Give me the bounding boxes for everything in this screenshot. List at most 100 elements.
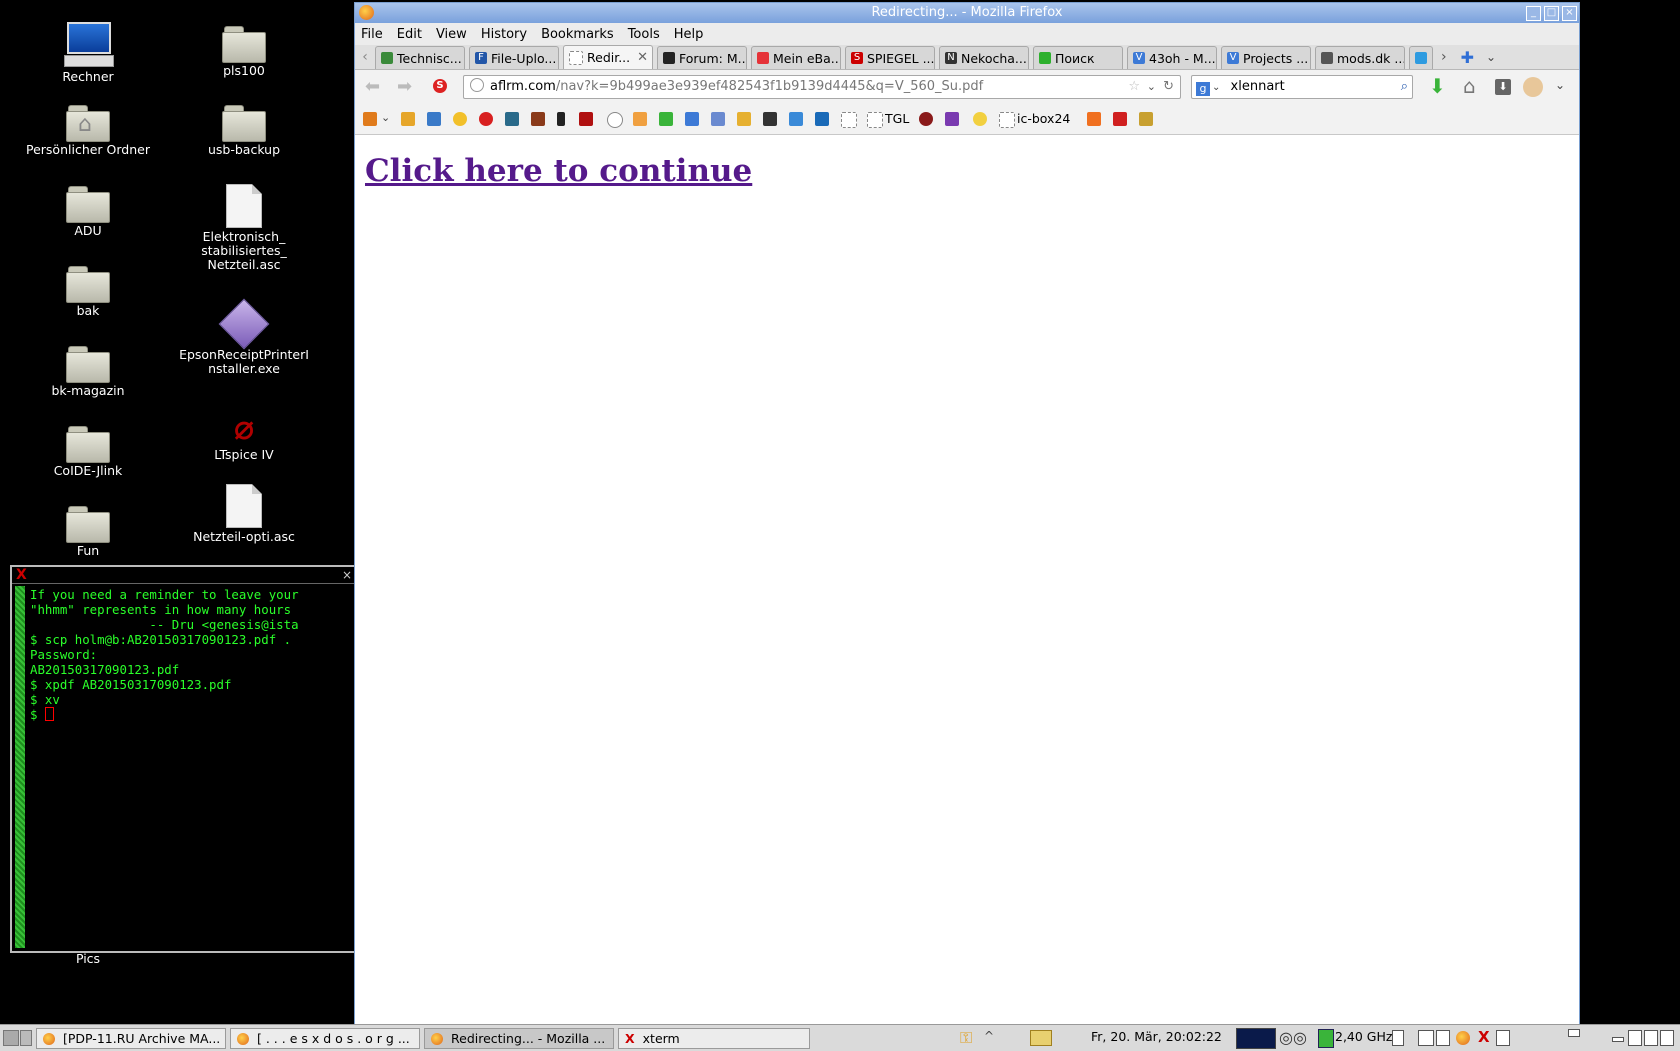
addon-monkey-icon[interactable]	[1523, 77, 1543, 97]
tab-forum[interactable]: Forum: M...	[657, 46, 747, 69]
bookmark-icon[interactable]	[427, 112, 441, 126]
search-icon[interactable]: ⌕	[1401, 76, 1408, 98]
window-icon[interactable]	[1612, 1037, 1624, 1042]
bookmarks-chevron-icon[interactable]: ⌄	[381, 111, 390, 124]
window-icon[interactable]	[1418, 1030, 1434, 1046]
bookmark-icon[interactable]	[607, 112, 623, 128]
desktop-icon-fun[interactable]: Fun	[13, 506, 163, 558]
downloads-icon[interactable]: ⬇	[1495, 79, 1511, 95]
tab-poisk[interactable]: Поиск	[1033, 46, 1123, 69]
window-icon[interactable]	[1436, 1030, 1450, 1046]
bookmark-icon[interactable]	[633, 112, 647, 126]
start-menu-icon[interactable]	[3, 1030, 19, 1046]
bookmark-icon[interactable]	[1087, 112, 1101, 126]
bookmark-icon[interactable]	[659, 112, 673, 126]
desktop-icon-elektronisch-netzteil[interactable]: Elektronisch_ stabilisiertes_ Netzteil.a…	[169, 184, 319, 272]
new-tab-icon[interactable]: ✚	[1461, 48, 1474, 67]
taskbar-item-xterm[interactable]: Xxterm	[618, 1028, 810, 1049]
bookmark-icon[interactable]	[815, 112, 829, 126]
bookmark-icon[interactable]	[763, 112, 777, 126]
tab-redirecting[interactable]: Redir... ✕	[563, 45, 653, 69]
desktop-icon-usb-backup[interactable]: usb-backup	[169, 105, 319, 157]
bookmark-ic-box24[interactable]: ic-box24	[1017, 111, 1070, 126]
desktop-icon-coide-jlink[interactable]: CoIDE-Jlink	[13, 426, 163, 478]
firefox-window[interactable]: Redirecting... - Mozilla Firefox _ □ × F…	[354, 2, 1580, 1026]
bookmark-icon[interactable]	[737, 112, 751, 126]
taskbar-item-redirecting[interactable]: Redirecting... - Mozilla ...	[424, 1028, 614, 1049]
terminal-output[interactable]: If you need a reminder to leave your "hh…	[30, 587, 352, 722]
taskbar-item-pdp11[interactable]: [PDP-11.RU Archive MA...	[36, 1028, 226, 1049]
bookmark-tgl[interactable]: TGL	[885, 111, 909, 126]
desktop-icon-ltspice[interactable]: ⌀ LTspice IV	[169, 410, 319, 462]
taskbar-item-esxdos[interactable]: [ . . . e s x d o s . o r g ...	[230, 1028, 420, 1049]
bookmark-icon[interactable]	[531, 112, 545, 126]
search-bar[interactable]: g ⌄ xlennart ⌕	[1191, 75, 1413, 99]
tab-file-upload[interactable]: F File-Uplo...	[469, 46, 559, 69]
xterm-scrollbar[interactable]	[15, 586, 25, 948]
window-icon[interactable]	[1496, 1030, 1510, 1046]
search-engine-chevron-icon[interactable]: ⌄	[1212, 82, 1220, 93]
home-icon[interactable]: ⌂	[1463, 74, 1476, 98]
tab-overflow[interactable]	[1409, 46, 1433, 69]
bulb-icon[interactable]	[973, 112, 987, 126]
bookmark-icon[interactable]	[685, 112, 699, 126]
xterm-window[interactable]: X × If you need a reminder to leave your…	[10, 565, 356, 953]
audio-icon[interactable]: ◎◎	[1279, 1028, 1307, 1047]
bookmark-icon[interactable]	[557, 112, 565, 126]
url-dropdown-icon[interactable]: ⌄	[1147, 76, 1156, 98]
clipboard-icon[interactable]	[1030, 1030, 1052, 1046]
desktop-icon-bk-magazin[interactable]: bk-magazin	[13, 346, 163, 398]
search-input[interactable]: xlennart	[1231, 79, 1285, 94]
xterm-icon[interactable]: X	[1478, 1028, 1490, 1046]
continue-link[interactable]: Click here to continue	[365, 153, 752, 189]
bookmark-icon[interactable]	[999, 112, 1015, 128]
tab-spiegel[interactable]: S SPIEGEL ...	[845, 46, 935, 69]
back-arrow-icon[interactable]: ⬅	[365, 76, 380, 97]
desktop-icon-rechner[interactable]: Rechner	[13, 22, 163, 84]
desktop-icon-adu[interactable]: ADU	[13, 186, 163, 238]
bookmark-icon[interactable]	[841, 112, 857, 128]
tab-list-chevron-icon[interactable]: ⌄	[1486, 50, 1496, 64]
tab-mods-dk[interactable]: mods.dk ...	[1315, 46, 1405, 69]
bookmark-icon[interactable]	[401, 112, 415, 126]
tray-expand-icon[interactable]: ^	[984, 1029, 994, 1043]
bookmark-icon[interactable]	[919, 112, 933, 126]
desktop-icon-pls100[interactable]: pls100	[169, 26, 319, 78]
bookmark-icon[interactable]	[479, 112, 493, 126]
desktop-icon-netzteil-opti[interactable]: Netzteil-opti.asc	[169, 484, 319, 544]
minimize-icon[interactable]	[1568, 1029, 1580, 1037]
bookmark-icon[interactable]	[579, 112, 593, 126]
tab-43oh[interactable]: V 43oh - M...	[1127, 46, 1217, 69]
xterm-titlebar[interactable]: X ×	[12, 567, 354, 584]
window-icon[interactable]	[1660, 1030, 1674, 1046]
bookmark-icon[interactable]	[945, 112, 959, 126]
window-icon[interactable]	[1628, 1030, 1642, 1046]
bookmark-icon[interactable]	[711, 112, 725, 126]
url-bar[interactable]: aflrm.com/nav?k=9b499ae3e939ef482543f1b9…	[463, 75, 1181, 99]
menu-chevron-icon[interactable]: ⌄	[1555, 78, 1565, 92]
bookmark-icon[interactable]	[789, 112, 803, 126]
bookmark-icon[interactable]	[867, 112, 883, 128]
bookmark-icon[interactable]	[1113, 112, 1127, 126]
tab-nekocha[interactable]: N Nekocha...	[939, 46, 1029, 69]
menu-help[interactable]: Help	[674, 27, 704, 42]
menu-file[interactable]: File	[361, 27, 383, 42]
firefox-icon[interactable]	[1456, 1031, 1470, 1045]
tab-ebay[interactable]: Mein eBa...	[751, 46, 841, 69]
tab-scroll-left-icon[interactable]: ‹	[355, 49, 375, 65]
maximize-button[interactable]: □	[1544, 6, 1559, 21]
bookmark-star-icon[interactable]: ☆	[1128, 76, 1140, 98]
download-arrow-icon[interactable]: ⬇	[1429, 74, 1446, 98]
reload-icon[interactable]: ↻	[1163, 76, 1174, 98]
window-titlebar[interactable]: Redirecting... - Mozilla Firefox _ □ ×	[355, 3, 1579, 23]
bookmark-icon[interactable]	[1139, 112, 1153, 126]
clock[interactable]: Fr, 20. Mär, 20:02:22	[1091, 1029, 1222, 1044]
desktop-pager-icon[interactable]	[20, 1030, 32, 1046]
close-button[interactable]: ×	[1562, 6, 1577, 21]
drive-icon[interactable]	[1392, 1030, 1404, 1046]
close-icon[interactable]: ×	[342, 567, 352, 583]
bookmark-icon[interactable]	[505, 112, 519, 126]
bookmarks-menu-icon[interactable]	[363, 112, 377, 126]
bookmark-icon[interactable]	[453, 112, 467, 126]
menu-edit[interactable]: Edit	[397, 27, 422, 42]
